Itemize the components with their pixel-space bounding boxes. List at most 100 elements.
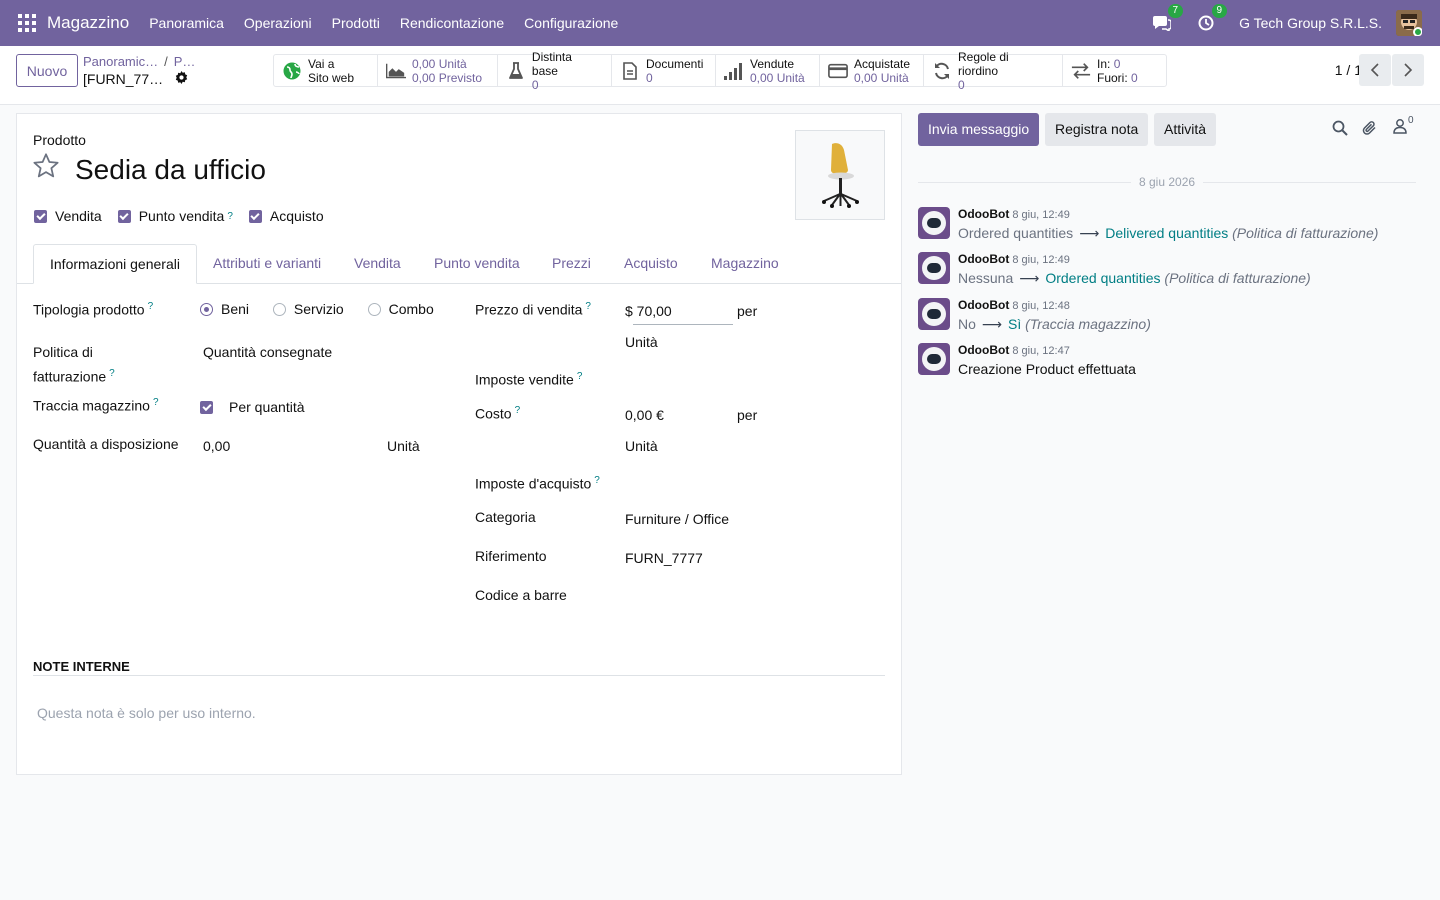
tab-purchase[interactable]: Acquisto [608, 244, 694, 284]
menu-prodotti[interactable]: Prodotti [332, 15, 380, 31]
cost-input[interactable]: 0,00 € [625, 407, 664, 423]
reorder-count: 0 [957, 77, 965, 92]
pager-value[interactable]: 1 / 1 [1335, 62, 1362, 78]
odoobot-avatar[interactable] [918, 298, 950, 330]
website-smart-button[interactable]: Vai a Sito web [274, 55, 378, 86]
radio-goods[interactable]: Beni [200, 301, 249, 317]
form-tabs: Informazioni generali Attributi e varian… [17, 244, 901, 284]
radio-combo-label: Combo [388, 301, 434, 317]
tracking-old-value: No [958, 316, 976, 332]
odoobot-avatar[interactable] [918, 343, 950, 375]
message-text: Creazione Product effettuata [958, 361, 1136, 377]
help-tooltip-icon[interactable]: ? [148, 301, 154, 312]
help-tooltip-icon[interactable]: ? [227, 211, 233, 222]
out-label: Fuori: [1097, 70, 1128, 85]
tab-sales[interactable]: Vendita [338, 244, 417, 284]
new-button[interactable]: Nuovo [16, 54, 78, 87]
help-tooltip-icon[interactable]: ? [515, 405, 521, 416]
message-date: 8 giu, 12:49 [1012, 254, 1070, 266]
activities-clock-icon[interactable]: 9 [1195, 4, 1228, 34]
sold-smart-button[interactable]: Vendute 0,00 Unità [716, 55, 820, 86]
activities-button[interactable]: Attività [1154, 113, 1217, 146]
message-author[interactable]: OdooBot [958, 298, 1009, 312]
internal-reference-field[interactable]: FURN_7777 [625, 550, 703, 566]
tab-inventory[interactable]: Magazzino [695, 244, 795, 284]
radio-combo[interactable]: Combo [367, 301, 434, 317]
category-field[interactable]: Furniture / Office [625, 511, 729, 527]
message-author[interactable]: OdooBot [958, 252, 1009, 266]
barcode-field[interactable] [625, 587, 865, 607]
sales-price-label-text: Prezzo di vendita [475, 301, 583, 318]
date-separator-line-left [918, 182, 1131, 183]
user-avatar[interactable] [1396, 10, 1422, 36]
menu-rendicontazione[interactable]: Rendicontazione [400, 15, 504, 31]
chevron-left-icon [1370, 63, 1379, 77]
pager-previous-button[interactable] [1359, 54, 1391, 86]
log-note-button[interactable]: Registra nota [1045, 113, 1149, 146]
bom-smart-button[interactable]: Distinta base 0 [498, 50, 612, 92]
help-tooltip-icon[interactable]: ? [109, 368, 115, 379]
sales-price-underline [633, 324, 733, 325]
product-image[interactable] [795, 130, 885, 220]
breadcrumb-parent[interactable]: Panoramic… [83, 54, 158, 69]
messages-icon[interactable]: 7 [1151, 4, 1184, 34]
help-tooltip-icon[interactable]: ? [594, 475, 600, 486]
breadcrumb-parent-2[interactable]: P… [174, 54, 196, 69]
favorite-star-icon[interactable] [32, 152, 60, 187]
company-switcher[interactable]: G Tech Group S.R.L.S. [1239, 15, 1382, 31]
invoice-policy-select[interactable]: Quantità consegnate [203, 344, 332, 360]
available-in-pos-checkbox[interactable]: Punto vendita? [117, 208, 233, 224]
message-tracking: Ordered quantities ⟶ Delivered quantities … [958, 225, 1378, 242]
product-name[interactable]: Sedia da ufficio [75, 154, 266, 186]
tab-general-info[interactable]: Informazioni generali [33, 244, 197, 284]
radio-selected-icon [200, 303, 213, 316]
reorder-smart-button[interactable]: Regole di riordino 0 [924, 50, 1063, 92]
qty-on-hand-value: 0,00 [203, 438, 231, 454]
help-tooltip-icon[interactable]: ? [577, 371, 583, 382]
tab-point-of-sale[interactable]: Punto vendita [418, 244, 536, 284]
help-tooltip-icon[interactable]: ? [585, 301, 591, 312]
apps-menu-icon[interactable] [18, 14, 36, 32]
menu-configurazione[interactable]: Configurazione [524, 15, 618, 31]
purchased-smart-button[interactable]: Acquistate 0,00 Unità [820, 55, 924, 86]
radio-service[interactable]: Servizio [272, 301, 344, 317]
message-date: 8 giu, 12:49 [1012, 209, 1070, 221]
can-be-purchased-checkbox[interactable]: Acquisto [248, 208, 324, 224]
breadcrumb-current: [FURN_77… [83, 71, 164, 87]
search-icon[interactable] [1332, 120, 1348, 139]
internal-notes-input[interactable]: Questa nota è solo per uso interno. [37, 705, 256, 721]
tracking-new-value: Ordered quantities [1045, 270, 1161, 286]
message-author[interactable]: OdooBot [958, 207, 1009, 221]
menu-panoramica[interactable]: Panoramica [149, 15, 224, 31]
odoobot-avatar[interactable] [918, 207, 950, 239]
gear-icon[interactable] [175, 71, 188, 87]
pager-next-button[interactable] [1392, 54, 1424, 86]
odoobot-avatar[interactable] [918, 252, 950, 284]
radio-goods-label: Beni [221, 301, 250, 317]
tracking-old-value: Nessuna [958, 270, 1014, 286]
invoice-policy-label-line1: Politica di [33, 344, 93, 360]
signal-bars-icon [724, 61, 744, 81]
followers-button[interactable]: 0 [1393, 115, 1414, 134]
sales-taxes-label: Imposte vendite? [475, 371, 582, 388]
forecast-forecasted: 0,00 Previsto [412, 70, 483, 85]
menu-operazioni[interactable]: Operazioni [244, 15, 312, 31]
sales-price-input[interactable]: $ 70,00 [625, 303, 672, 319]
can-be-sold-checkbox[interactable]: Vendita [34, 208, 102, 224]
help-tooltip-icon[interactable]: ? [153, 397, 159, 408]
send-message-button[interactable]: Invia messaggio [918, 113, 1040, 146]
app-name[interactable]: Magazzino [47, 13, 129, 33]
track-inventory-mode[interactable]: Per quantità [229, 399, 305, 415]
inout-smart-button[interactable]: In: 0 Fuori: 0 [1063, 55, 1166, 86]
message-author[interactable]: OdooBot [958, 343, 1009, 357]
track-inventory-checkbox[interactable]: Per quantità [200, 399, 305, 415]
cost-per: per [737, 407, 758, 423]
internal-notes-title: NOTE INTERNE [33, 659, 130, 674]
forecast-smart-button[interactable]: 0,00 Unità 0,00 Previsto [378, 55, 498, 86]
forecast-onhand: 0,00 Unità [412, 56, 467, 71]
tab-pricing[interactable]: Prezzi [536, 244, 607, 284]
documents-smart-button[interactable]: Documenti 0 [612, 55, 716, 86]
messages-badge: 7 [1167, 4, 1184, 18]
paperclip-icon[interactable] [1362, 120, 1378, 139]
tab-attributes-variants[interactable]: Attributi e varianti [197, 244, 337, 284]
